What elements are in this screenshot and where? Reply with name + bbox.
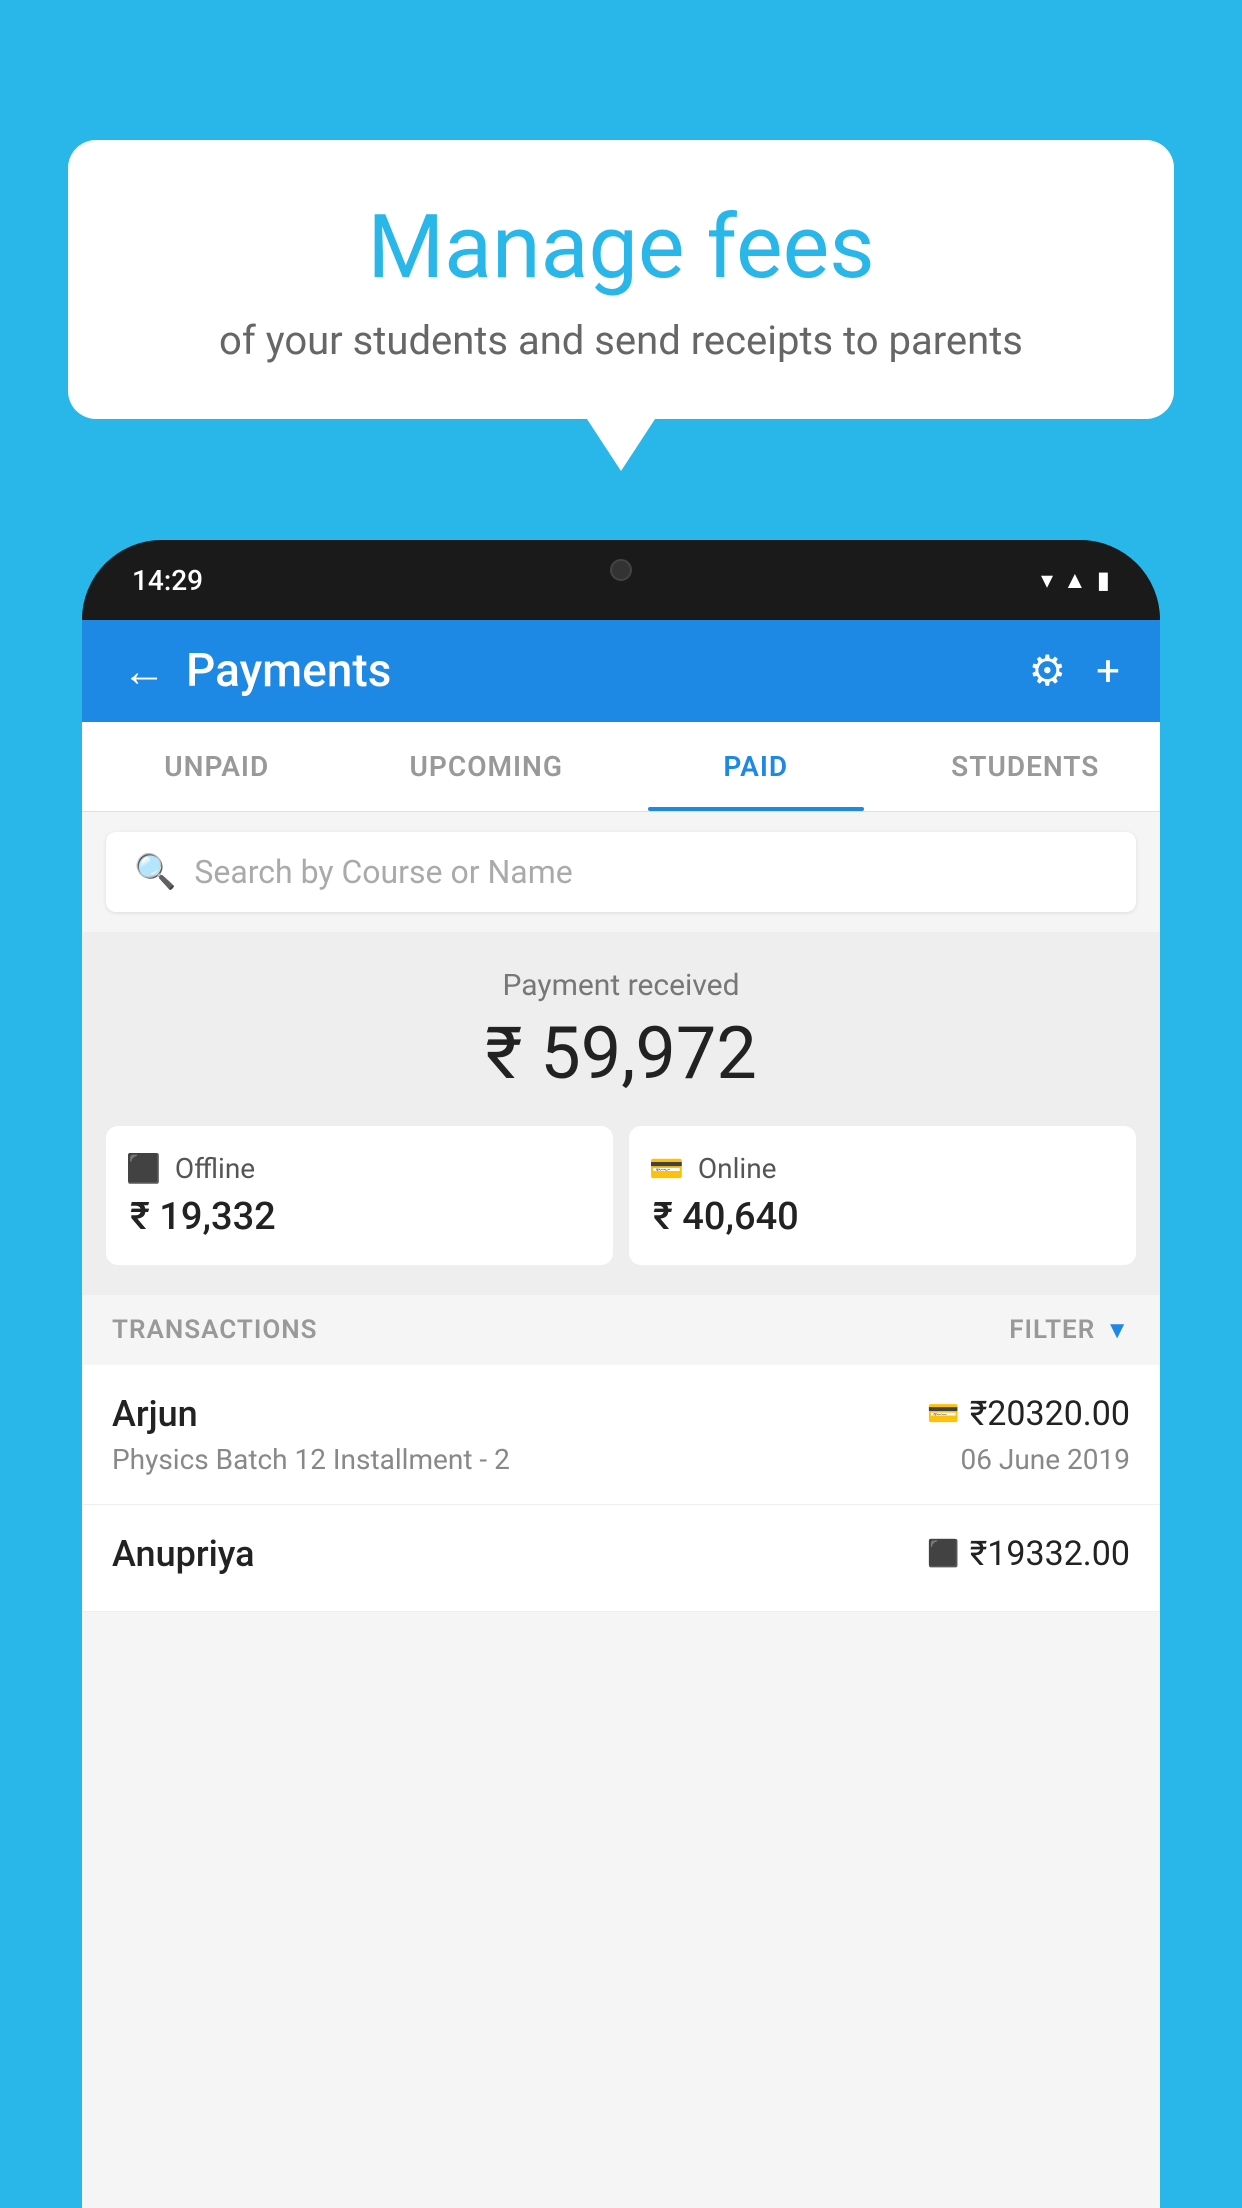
page-title: Payments (186, 644, 391, 698)
battery-icon: ▮ (1097, 566, 1110, 594)
add-icon[interactable]: + (1096, 647, 1120, 696)
offline-label: Offline (175, 1152, 255, 1185)
bubble-title: Manage fees (118, 200, 1124, 297)
tab-paid[interactable]: PAID (621, 722, 891, 811)
header-left: ← Payments (122, 644, 391, 698)
transaction-amount-1: 💳 ₹20320.00 (927, 1394, 1130, 1434)
transaction-name-2: Anupriya (112, 1533, 255, 1575)
transaction-row[interactable]: Arjun 💳 ₹20320.00 Physics Batch 12 Insta… (82, 1365, 1160, 1505)
search-icon: 🔍 (134, 852, 176, 892)
settings-icon[interactable]: ⚙ (1029, 646, 1067, 696)
phone-screen: ← Payments ⚙ + UNPAID UPCOMING PAID STUD… (82, 620, 1160, 2208)
speech-bubble: Manage fees of your students and send re… (68, 140, 1174, 419)
transaction-top-2: Anupriya ⬛ ₹19332.00 (112, 1533, 1130, 1575)
transaction-date-1: 06 June 2019 (960, 1443, 1130, 1476)
header-right: ⚙ + (1029, 646, 1121, 696)
transaction-top-1: Arjun 💳 ₹20320.00 (112, 1393, 1130, 1435)
online-card-header: 💳 Online (649, 1152, 1116, 1185)
tab-unpaid[interactable]: UNPAID (82, 722, 352, 811)
payment-received-label: Payment received (106, 968, 1136, 1003)
phone-notch (556, 540, 686, 600)
bubble-subtitle: of your students and send receipts to pa… (118, 317, 1124, 364)
tab-bar: UNPAID UPCOMING PAID STUDENTS (82, 722, 1160, 812)
transaction-row[interactable]: Anupriya ⬛ ₹19332.00 (82, 1505, 1160, 1612)
camera (610, 559, 632, 581)
phone-status-bar: 14:29 ▾ ▲ ▮ (82, 540, 1160, 620)
status-time: 14:29 (132, 564, 203, 597)
signal-icon: ▲ (1063, 566, 1087, 595)
search-bar[interactable]: 🔍 Search by Course or Name (106, 832, 1136, 912)
offline-card-header: ⬛ Offline (126, 1152, 593, 1185)
filter-label: FILTER (1009, 1315, 1095, 1345)
phone-frame: 14:29 ▾ ▲ ▮ ← Payments ⚙ + UNPAID (82, 540, 1160, 2208)
back-button[interactable]: ← (122, 649, 166, 693)
online-amount: ₹ 40,640 (649, 1195, 1116, 1239)
payment-cards: ⬛ Offline ₹ 19,332 💳 Online ₹ 40,640 (106, 1126, 1136, 1265)
online-icon: 💳 (649, 1152, 684, 1185)
offline-card: ⬛ Offline ₹ 19,332 (106, 1126, 613, 1265)
app-header: ← Payments ⚙ + (82, 620, 1160, 722)
tab-students[interactable]: STUDENTS (891, 722, 1161, 811)
offline-amount: ₹ 19,332 (126, 1195, 593, 1239)
transaction-bottom-1: Physics Batch 12 Installment - 2 06 June… (112, 1443, 1130, 1476)
transaction-amount-2: ⬛ ₹19332.00 (927, 1534, 1130, 1574)
payment-type-icon-2: ⬛ (927, 1539, 959, 1569)
payment-received-section: Payment received ₹ 59,972 ⬛ Offline ₹ 19… (82, 932, 1160, 1295)
tab-upcoming[interactable]: UPCOMING (352, 722, 622, 811)
transaction-name-1: Arjun (112, 1393, 198, 1435)
offline-icon: ⬛ (126, 1152, 161, 1185)
filter-button[interactable]: FILTER ▼ (1009, 1315, 1130, 1345)
payment-type-icon-1: 💳 (927, 1399, 959, 1429)
payment-total-amount: ₹ 59,972 (106, 1011, 1136, 1096)
transaction-course-1: Physics Batch 12 Installment - 2 (112, 1443, 510, 1476)
online-card: 💳 Online ₹ 40,640 (629, 1126, 1136, 1265)
transactions-label: TRANSACTIONS (112, 1315, 318, 1345)
filter-icon: ▼ (1105, 1316, 1130, 1345)
status-icons: ▾ ▲ ▮ (1041, 566, 1110, 595)
search-input[interactable]: Search by Course or Name (194, 853, 572, 891)
transactions-header: TRANSACTIONS FILTER ▼ (82, 1295, 1160, 1365)
online-label: Online (698, 1152, 777, 1185)
wifi-icon: ▾ (1041, 566, 1053, 594)
